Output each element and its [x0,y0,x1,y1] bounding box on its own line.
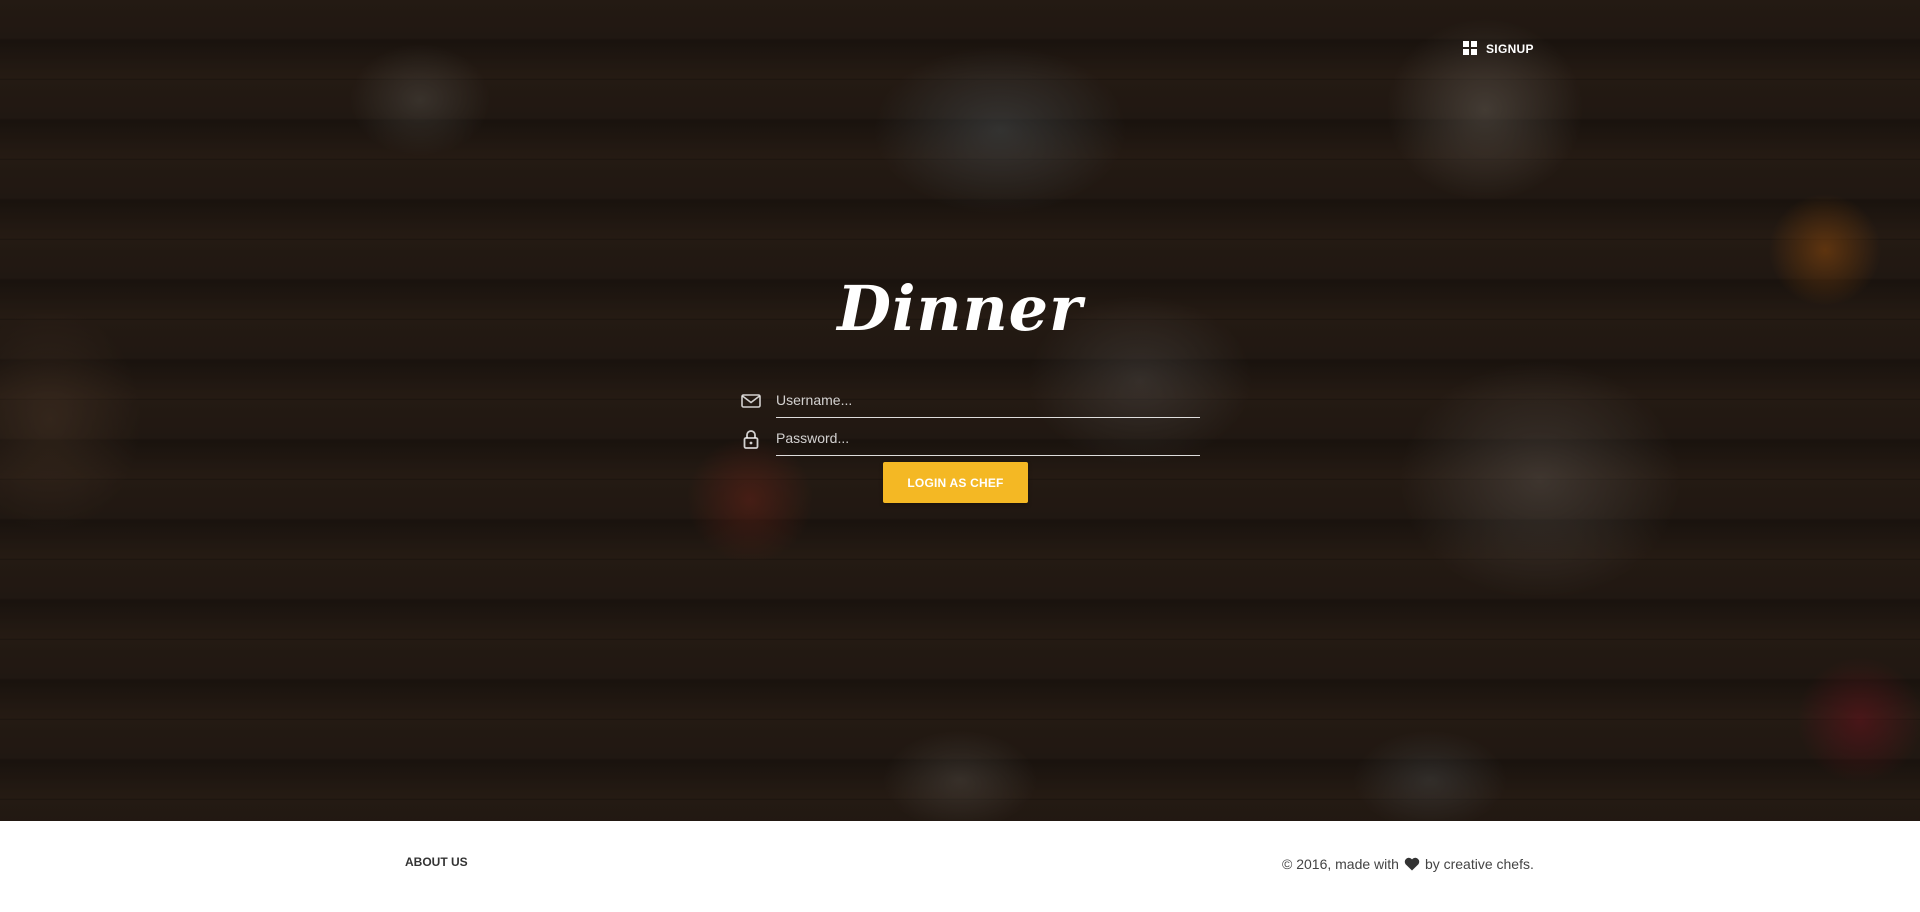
footer: ABOUT US © 2016, made with by creative c… [0,821,1920,912]
copyright-text: © 2016, made with by creative chefs. [1282,856,1534,872]
username-row [740,382,1200,420]
password-input[interactable] [776,422,1200,456]
mail-icon [740,390,762,412]
brand-title: Dinner [837,272,1083,345]
signup-label: SIGNUP [1486,41,1534,56]
login-form [740,382,1200,458]
grid-icon [1463,41,1478,56]
heart-icon [1404,857,1420,871]
password-row [740,420,1200,458]
copyright-suffix: by creative chefs. [1424,856,1534,872]
lock-icon [740,428,762,450]
signup-link[interactable]: SIGNUP [1463,41,1534,56]
login-as-chef-button[interactable]: LOGIN AS CHEF [883,462,1028,503]
about-us-link[interactable]: ABOUT US [405,855,468,869]
username-input[interactable] [776,384,1200,418]
copyright-prefix: © 2016, made with [1282,856,1399,872]
